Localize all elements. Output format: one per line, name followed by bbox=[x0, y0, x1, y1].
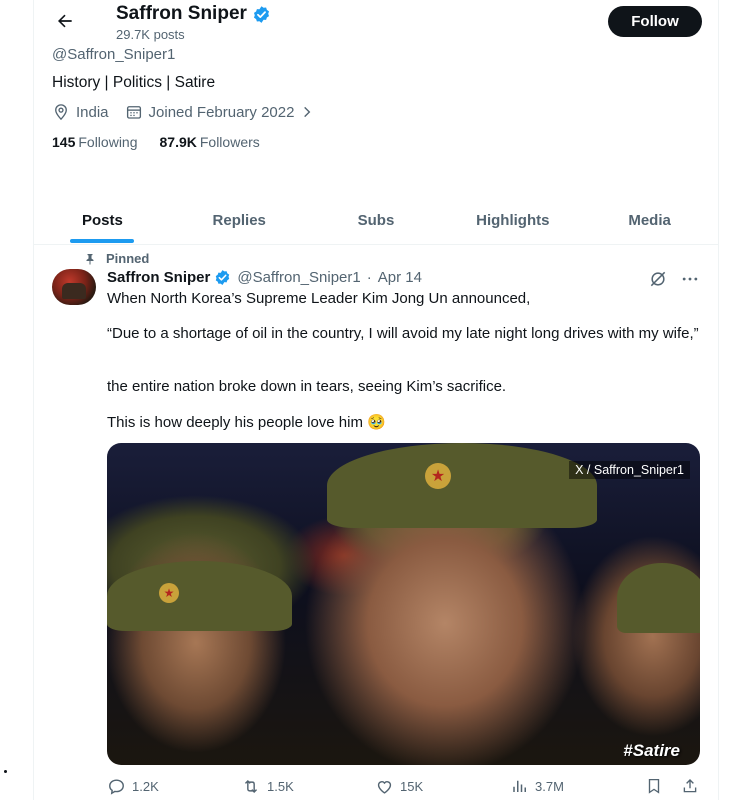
tab-label: Replies bbox=[212, 212, 266, 229]
pin-icon bbox=[84, 252, 96, 266]
repost-count: 1.5K bbox=[267, 779, 294, 794]
reply-count: 1.2K bbox=[132, 779, 159, 794]
tab-highlights[interactable]: Highlights bbox=[444, 198, 581, 244]
tweet-media-image[interactable]: ★ ★ X / Saffron_Sniper1 #Satire bbox=[107, 443, 700, 765]
reply-button[interactable]: 1.2K bbox=[107, 777, 159, 796]
profile-handle: @Saffron_Sniper1 bbox=[52, 46, 176, 63]
bookmark-button[interactable] bbox=[645, 777, 663, 795]
joined-date[interactable]: Joined February 2022 bbox=[125, 103, 315, 121]
repost-button[interactable]: 1.5K bbox=[241, 777, 294, 796]
tab-posts[interactable]: Posts bbox=[34, 198, 171, 244]
like-count: 15K bbox=[400, 779, 424, 794]
following-count: 145 bbox=[52, 134, 76, 150]
follow-stats: 145 Following 87.9K Followers bbox=[52, 134, 260, 150]
tab-media[interactable]: Media bbox=[581, 198, 718, 244]
joined-text: Joined February 2022 bbox=[148, 103, 295, 121]
pinned-indicator: Pinned bbox=[84, 251, 149, 266]
tweet-separator: · bbox=[366, 269, 372, 286]
tweet-actions: 1.2K 1.5K 15K 3.7M bbox=[107, 775, 700, 797]
chevron-right-icon bbox=[300, 105, 314, 119]
share-icon bbox=[681, 777, 699, 795]
following-label: Following bbox=[78, 134, 138, 150]
cap-shape bbox=[617, 563, 700, 633]
repost-icon bbox=[241, 777, 261, 796]
tweet-text-line: the entire nation broke down in tears, s… bbox=[107, 378, 507, 395]
follow-button[interactable]: Follow bbox=[608, 6, 702, 37]
tab-label: Highlights bbox=[476, 212, 550, 229]
media-watermark: X / Saffron_Sniper1 bbox=[569, 461, 690, 479]
tab-replies[interactable]: Replies bbox=[171, 198, 308, 244]
calendar-icon bbox=[125, 103, 143, 121]
bookmark-icon bbox=[645, 777, 663, 795]
tweet-author-handle[interactable]: @Saffron_Sniper1 bbox=[237, 269, 360, 286]
verified-badge-icon bbox=[252, 5, 271, 24]
post-count: 29.7K posts bbox=[116, 27, 185, 42]
tweet-text-line: “Due to a shortage of oil in the country… bbox=[107, 325, 699, 342]
views-button[interactable]: 3.7M bbox=[511, 777, 564, 795]
analytics-icon bbox=[511, 777, 529, 795]
tweet-text-line: When North Korea’s Supreme Leader Kim Jo… bbox=[107, 290, 531, 307]
cap-shape bbox=[327, 443, 597, 528]
followers-count: 87.9K bbox=[159, 134, 197, 150]
tab-label: Posts bbox=[81, 212, 123, 229]
pinned-label: Pinned bbox=[106, 251, 150, 266]
tweet-text-line: This is how deeply his people love him 🥹 bbox=[107, 414, 386, 431]
tweet-date[interactable]: Apr 14 bbox=[378, 269, 422, 286]
following-link[interactable]: 145 Following bbox=[52, 134, 138, 150]
arrow-left-icon bbox=[55, 11, 75, 31]
followers-label: Followers bbox=[199, 134, 260, 150]
verified-badge-icon bbox=[214, 269, 231, 286]
avatar[interactable] bbox=[52, 269, 96, 305]
header-name: Saffron Sniper bbox=[116, 3, 247, 24]
followers-link[interactable]: 87.9K Followers bbox=[160, 134, 260, 150]
active-tab-indicator bbox=[70, 239, 135, 243]
stray-dot bbox=[4, 770, 7, 773]
heart-icon bbox=[375, 777, 394, 796]
share-button[interactable] bbox=[681, 777, 699, 795]
view-count: 3.7M bbox=[535, 778, 564, 794]
star-badge-icon: ★ bbox=[159, 583, 179, 603]
tweet-tools bbox=[648, 269, 700, 289]
tweet-header: Saffron Sniper @Saffron_Sniper1 · Apr 14 bbox=[107, 269, 422, 286]
tweet-author-name[interactable]: Saffron Sniper bbox=[107, 269, 210, 286]
profile-tabs: Posts Replies Subs Highlights Media bbox=[34, 198, 718, 245]
tab-subs[interactable]: Subs bbox=[308, 198, 445, 244]
header-title: Saffron Sniper bbox=[116, 3, 271, 25]
column-border-right bbox=[718, 0, 719, 800]
profile-header: Saffron Sniper 29.7K posts Follow bbox=[34, 0, 718, 46]
media-caption: #Satire bbox=[623, 741, 680, 760]
reply-icon bbox=[107, 777, 126, 796]
more-options-icon[interactable] bbox=[680, 269, 700, 289]
profile-bio: History | Politics | Satire bbox=[52, 74, 216, 91]
like-button[interactable]: 15K bbox=[375, 777, 423, 796]
location: India bbox=[52, 103, 109, 121]
location-pin-icon bbox=[52, 103, 70, 121]
cap-shape bbox=[107, 561, 292, 631]
column-border-left bbox=[33, 0, 34, 800]
location-text: India bbox=[76, 103, 109, 121]
tab-label: Subs bbox=[357, 212, 395, 229]
star-badge-icon: ★ bbox=[425, 463, 451, 489]
back-button[interactable] bbox=[48, 6, 82, 36]
tab-label: Media bbox=[628, 212, 671, 229]
grok-icon[interactable] bbox=[648, 269, 668, 289]
profile-meta: India Joined February 2022 bbox=[52, 103, 330, 121]
